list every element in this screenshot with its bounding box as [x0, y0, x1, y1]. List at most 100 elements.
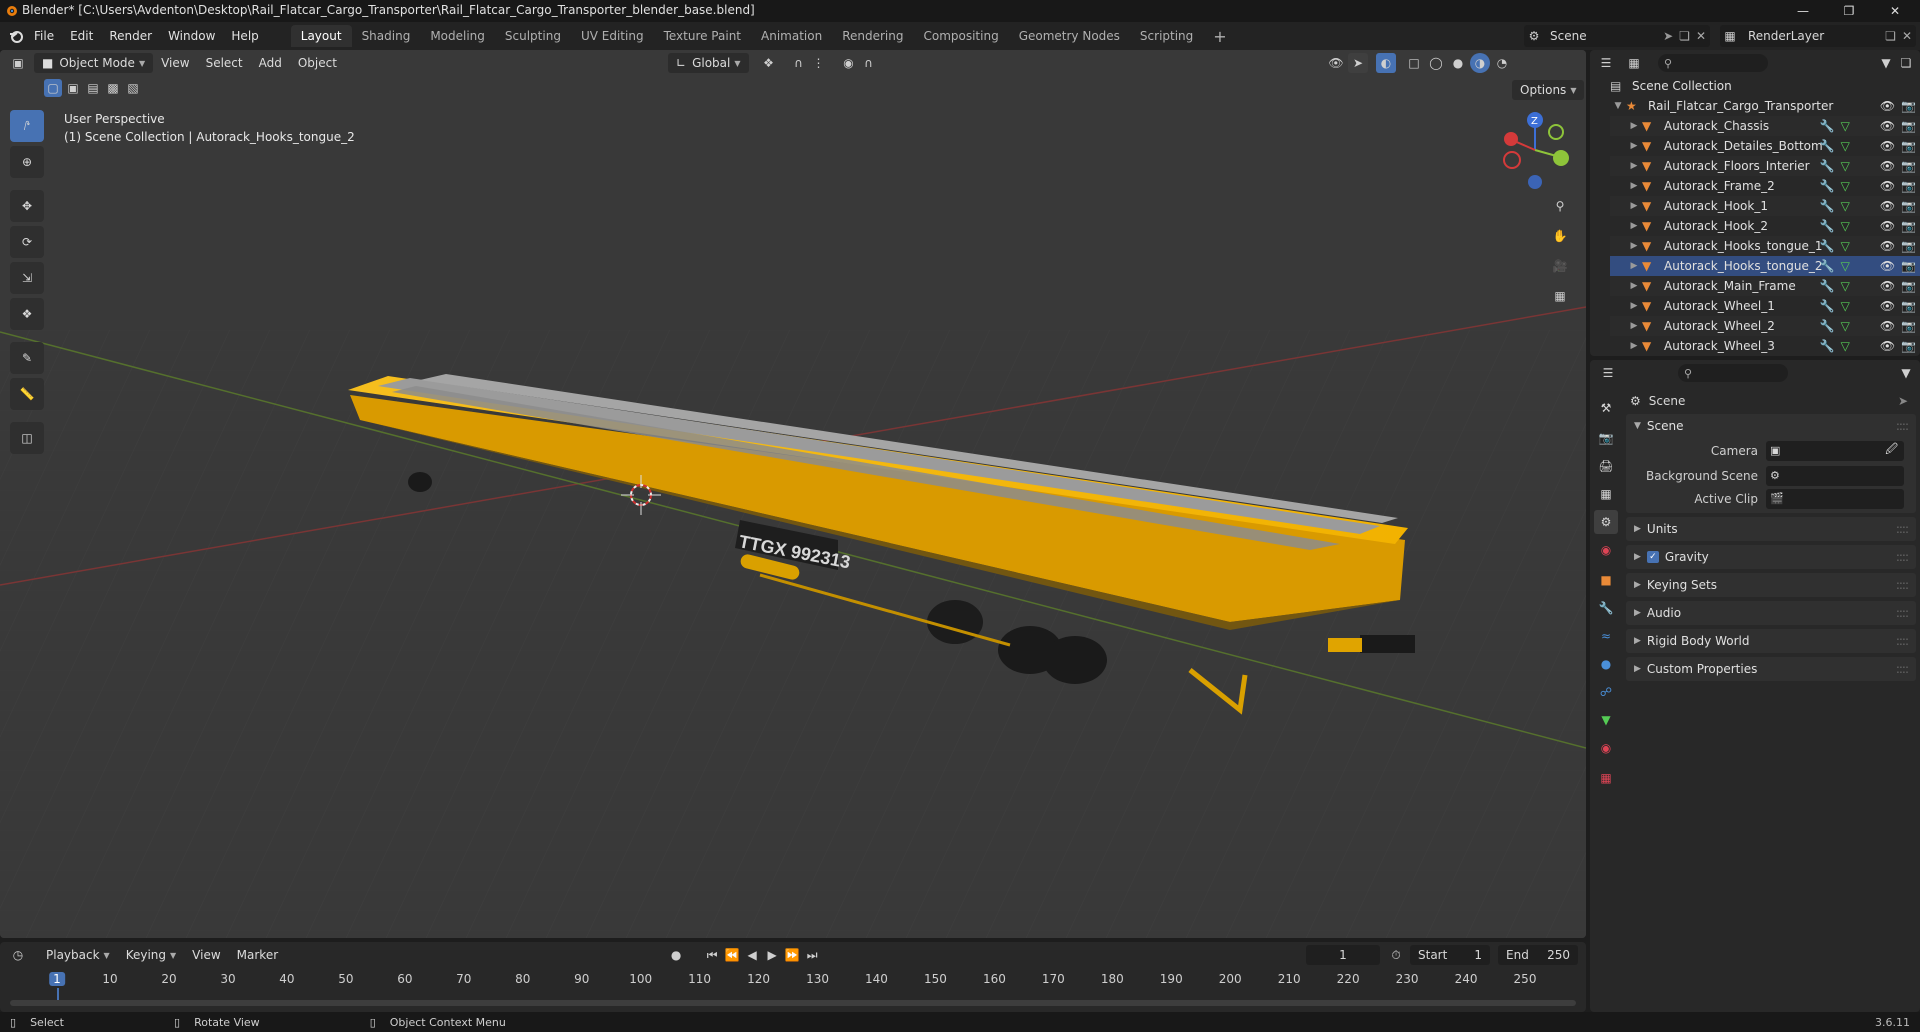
- select-extend-icon[interactable]: ▣: [64, 78, 82, 98]
- render-camera-icon[interactable]: 📷: [1901, 339, 1916, 353]
- expand-chevron-icon[interactable]: ▶: [1626, 121, 1642, 131]
- perspective-toggle-icon[interactable]: ▦: [1546, 282, 1574, 310]
- object-tab-icon[interactable]: ■: [1594, 568, 1618, 592]
- visibility-eye-icon[interactable]: 👁: [1880, 279, 1895, 293]
- view-layer-selector[interactable]: ▦ RenderLayer ❏ ✕: [1720, 25, 1916, 47]
- tab-shading[interactable]: Shading: [352, 25, 421, 47]
- menu-edit[interactable]: Edit: [62, 22, 101, 50]
- expand-chevron-icon[interactable]: ▶: [1626, 181, 1642, 191]
- outliner-item[interactable]: ▶ ▼ Autorack_Chassis 🔧 ▽ 👁 📷: [1610, 116, 1920, 136]
- options-button[interactable]: Options ▼: [1512, 80, 1585, 100]
- snap-icon[interactable]: ∩: [789, 53, 809, 73]
- 3d-viewport[interactable]: TTGX 992313 Z ▣ ■ Object Mode ▼ View Sel…: [0, 50, 1586, 938]
- menu-render[interactable]: Render: [101, 22, 160, 50]
- constraints-tab-icon[interactable]: ☍: [1594, 680, 1618, 704]
- tab-rendering[interactable]: Rendering: [832, 25, 913, 47]
- tool-tab-icon[interactable]: ⚒: [1594, 396, 1618, 420]
- move-tool[interactable]: ✥: [10, 190, 44, 222]
- mesh-data-icon[interactable]: ▽: [1841, 299, 1850, 313]
- mode-selector[interactable]: ■ Object Mode ▼: [34, 53, 154, 73]
- mesh-data-icon[interactable]: ▽: [1841, 319, 1850, 333]
- data-tab-icon[interactable]: ▼: [1594, 708, 1618, 732]
- viewport-menu-object[interactable]: Object: [290, 53, 345, 73]
- mesh-data-icon[interactable]: ▽: [1841, 179, 1850, 193]
- outliner-item[interactable]: ▶ ▼ Autorack_Wheel_3 🔧 ▽ 👁 📷: [1610, 336, 1920, 356]
- gravity-checkbox[interactable]: ✓: [1646, 551, 1659, 563]
- eyedropper-icon[interactable]: 🖉: [1885, 440, 1898, 461]
- render-camera-icon[interactable]: 📷: [1901, 299, 1916, 313]
- tab-compositing[interactable]: Compositing: [913, 25, 1008, 47]
- zoom-icon[interactable]: ⚲: [1546, 192, 1574, 220]
- modifier-tab-icon[interactable]: 🔧: [1594, 596, 1618, 620]
- panel-header[interactable]: ▶ Units::::: [1626, 517, 1916, 541]
- scene-selector[interactable]: ⚙ Scene ➤ ❏ ✕: [1524, 25, 1710, 47]
- outliner-item[interactable]: ▶ ▼ Autorack_Hook_1 🔧 ▽ 👁 📷: [1610, 196, 1920, 216]
- modifier-icon[interactable]: 🔧: [1820, 239, 1835, 253]
- outliner-search-input[interactable]: ⚲: [1658, 54, 1768, 72]
- close-button[interactable]: ✕: [1872, 0, 1918, 22]
- expand-chevron-icon[interactable]: ▶: [1626, 161, 1642, 171]
- mesh-data-icon[interactable]: ▽: [1841, 239, 1850, 253]
- visibility-eye-icon[interactable]: 👁: [1880, 259, 1895, 273]
- select-box-tool[interactable]: ⭚: [10, 110, 44, 142]
- modifier-icon[interactable]: 🔧: [1820, 299, 1835, 313]
- mesh-data-icon[interactable]: ▽: [1841, 159, 1850, 173]
- mesh-data-icon[interactable]: ▽: [1841, 259, 1850, 273]
- render-camera-icon[interactable]: 📷: [1901, 199, 1916, 213]
- tab-texture-paint[interactable]: Texture Paint: [654, 25, 751, 47]
- visibility-icon[interactable]: 👁: [1326, 53, 1346, 73]
- outliner-item[interactable]: ▶ ▼ Autorack_Floors_Interier 🔧 ▽ 👁 📷: [1610, 156, 1920, 176]
- visibility-eye-icon[interactable]: 👁: [1880, 159, 1895, 173]
- tab-modeling[interactable]: Modeling: [420, 25, 495, 47]
- falloff-icon[interactable]: ∩: [859, 53, 879, 73]
- rotate-tool[interactable]: ⟳: [10, 226, 44, 258]
- modifier-icon[interactable]: 🔧: [1820, 259, 1835, 273]
- visibility-eye-icon[interactable]: 👁: [1880, 99, 1895, 113]
- expand-chevron-icon[interactable]: ▶: [1626, 141, 1642, 151]
- background-scene-field[interactable]: ⚙: [1766, 465, 1904, 486]
- display-mode-icon[interactable]: ▦: [1624, 53, 1644, 73]
- properties-search-input[interactable]: ⚲: [1678, 364, 1788, 382]
- outliner-item[interactable]: ▶ ▼ Autorack_Hooks_tongue_2 🔧 ▽ 👁 📷: [1610, 256, 1920, 276]
- visibility-eye-icon[interactable]: 👁: [1880, 219, 1895, 233]
- panel-header[interactable]: ▶ Rigid Body World::::: [1626, 629, 1916, 653]
- texture-tab-icon[interactable]: ▦: [1594, 766, 1618, 790]
- menu-window[interactable]: Window: [160, 22, 223, 50]
- panel-header[interactable]: ▶ Keying Sets::::: [1626, 573, 1916, 597]
- expand-chevron-icon[interactable]: ▶: [1626, 261, 1642, 271]
- minimize-button[interactable]: —: [1780, 0, 1826, 22]
- wireframe-shading-icon[interactable]: ◯: [1426, 53, 1446, 73]
- filter-icon[interactable]: ▼: [1876, 53, 1896, 73]
- render-camera-icon[interactable]: 📷: [1901, 119, 1916, 133]
- tab-scripting[interactable]: Scripting: [1130, 25, 1203, 47]
- remove-scene-icon[interactable]: ✕: [1696, 29, 1706, 43]
- select-invert-icon[interactable]: ▩: [104, 78, 122, 98]
- gizmo-toggle-icon[interactable]: ➤: [1348, 53, 1368, 73]
- scene-panel-header[interactable]: ▼ Scene::::: [1626, 414, 1916, 438]
- add-workspace-button[interactable]: +: [1203, 25, 1236, 47]
- visibility-eye-icon[interactable]: 👁: [1880, 139, 1895, 153]
- add-cube-tool[interactable]: ◫: [10, 422, 44, 454]
- visibility-eye-icon[interactable]: 👁: [1880, 199, 1895, 213]
- rendered-shading-icon[interactable]: ◔: [1492, 53, 1512, 73]
- timeline-scrollbar[interactable]: [10, 1000, 1576, 1006]
- view-layer-tab-icon[interactable]: ▦: [1594, 482, 1618, 506]
- outliner-item[interactable]: ▶ ▼ Autorack_Detailes_Bottom 🔧 ▽ 👁 📷: [1610, 136, 1920, 156]
- tab-layout[interactable]: Layout: [290, 25, 352, 47]
- expand-chevron-icon[interactable]: ▶: [1626, 221, 1642, 231]
- camera-field[interactable]: ▣ 🖉: [1766, 440, 1904, 461]
- expand-chevron-icon[interactable]: ▼: [1610, 101, 1626, 111]
- properties-options-icon[interactable]: ▼: [1896, 363, 1916, 383]
- panel-header[interactable]: ▶ Audio::::: [1626, 601, 1916, 625]
- visibility-eye-icon[interactable]: 👁: [1880, 119, 1895, 133]
- outliner-item[interactable]: ▶ ▼ Autorack_Hook_2 🔧 ▽ 👁 📷: [1610, 216, 1920, 236]
- tab-sculpting[interactable]: Sculpting: [495, 25, 571, 47]
- output-tab-icon[interactable]: 🖨: [1594, 454, 1618, 478]
- expand-chevron-icon[interactable]: ▶: [1626, 321, 1642, 331]
- modifier-icon[interactable]: 🔧: [1820, 279, 1835, 293]
- expand-chevron-icon[interactable]: ▶: [1626, 341, 1642, 351]
- render-camera-icon[interactable]: 📷: [1901, 159, 1916, 173]
- modifier-icon[interactable]: 🔧: [1820, 179, 1835, 193]
- transform-tool[interactable]: ❖: [10, 298, 44, 330]
- camera-view-icon[interactable]: 🎥: [1546, 252, 1574, 280]
